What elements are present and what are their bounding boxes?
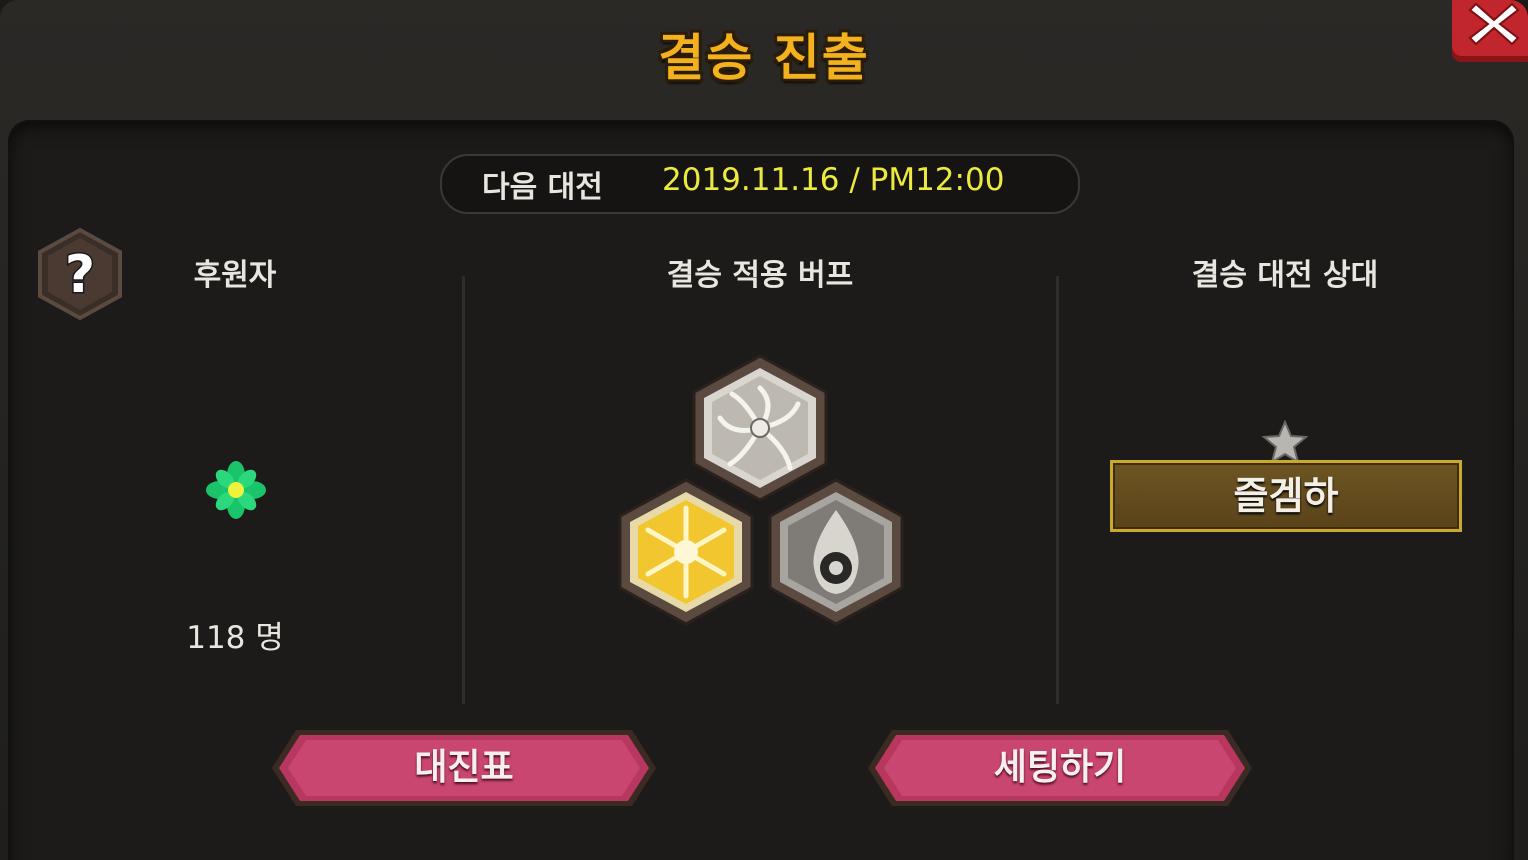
clover-icon [206, 461, 266, 519]
dark-flame-buff-icon[interactable] [762, 476, 910, 628]
opponent-heading: 결승 대전 상대 [1191, 258, 1379, 293]
close-button[interactable] [1452, 0, 1528, 62]
next-match-datetime: 2019.11.16 / PM12:00 [662, 162, 1005, 198]
setup-button[interactable]: 세팅하기 [866, 728, 1254, 808]
dialog-title: 결승 진출 [658, 29, 870, 87]
close-icon [1468, 2, 1520, 46]
column-divider-left [462, 276, 465, 704]
sponsor-count: 118 명 [186, 620, 284, 656]
setup-button-label: 세팅하기 [993, 747, 1127, 788]
svg-text:?: ? [65, 245, 95, 305]
sponsors-heading: 후원자 [193, 258, 277, 293]
next-match-label: 다음 대전 [482, 170, 603, 205]
bracket-button[interactable]: 대진표 [270, 728, 658, 808]
star-icon [1262, 420, 1308, 464]
question-icon: ? [38, 227, 122, 321]
opponent-name[interactable]: 즐겜하 [1110, 460, 1462, 532]
finals-dialog: 결승 진출 다음 대전 2019.11.16 / PM12:00 ? 후원자 결… [0, 0, 1528, 860]
help-button[interactable]: ? [32, 226, 128, 322]
column-divider-right [1056, 276, 1059, 704]
gold-sunburst-buff-icon[interactable] [612, 476, 760, 628]
buffs-heading: 결승 적용 버프 [666, 258, 854, 293]
bracket-button-label: 대진표 [414, 747, 514, 788]
